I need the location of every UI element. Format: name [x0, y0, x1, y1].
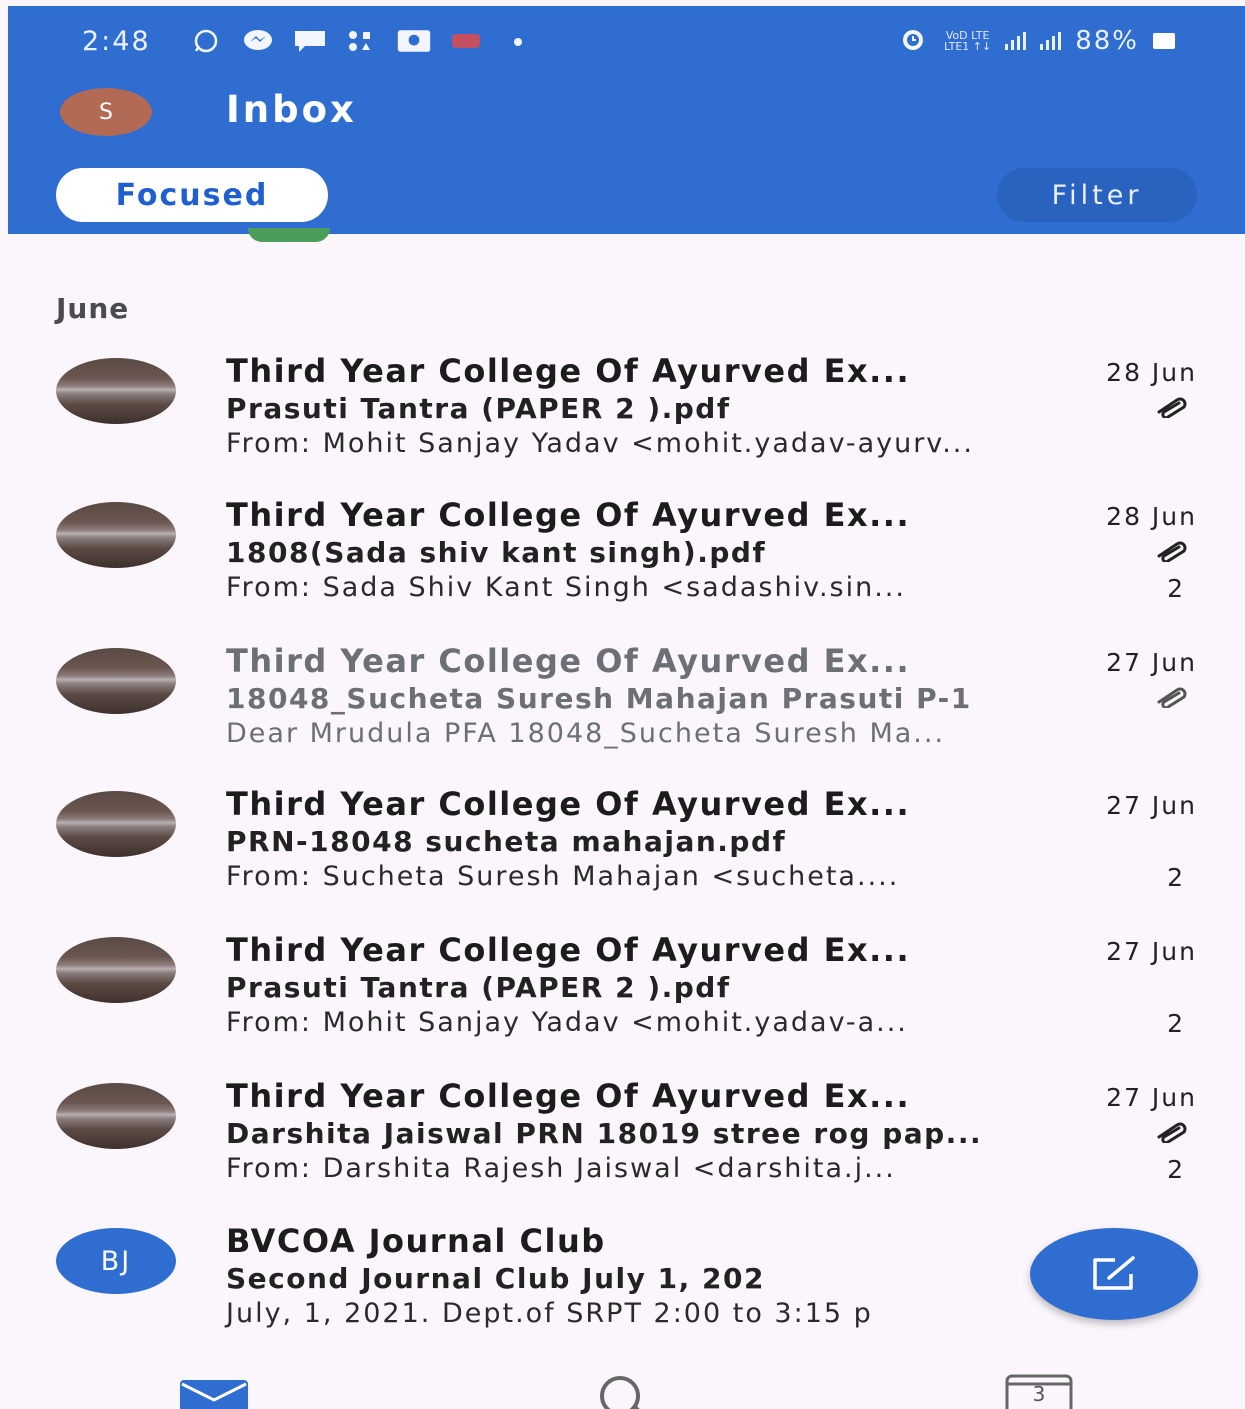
message-sender: Third Year College Of Ayurved Ex...	[226, 496, 911, 534]
more-notifications-dot	[500, 28, 536, 54]
message-item[interactable]: Third Year College Of Ayurved Ex... 27 J…	[0, 785, 1245, 925]
calendar-day: 3	[1032, 1382, 1046, 1406]
bottom-navigation: 3	[0, 1360, 1245, 1409]
message-preview: From: Darshita Rajesh Jaiswal <darshita.…	[226, 1153, 896, 1184]
message-date: 27 Jun	[1106, 937, 1197, 966]
photo-icon	[396, 28, 432, 54]
attachment-icon	[1157, 687, 1187, 708]
network-bottom-label: LTE1 ↑↓	[943, 40, 992, 53]
message-item[interactable]: Third Year College Of Ayurved Ex... 27 J…	[0, 642, 1245, 782]
tab-other[interactable]: Other	[300, 168, 538, 222]
message-preview: From: Mohit Sanjay Yadav <mohit.yadav-ay…	[226, 428, 974, 459]
alarm-icon	[896, 26, 930, 56]
app-header: 2:48 VoD LTE LTE1 ↑↓ 88% S Inbox Other F…	[8, 6, 1245, 234]
account-avatar-initial: S	[99, 99, 113, 125]
message-subject: 18048_Sucheta Suresh Mahajan Prasuti P-1	[226, 682, 972, 715]
thread-count: 2	[1167, 574, 1183, 603]
mail-icon[interactable]	[180, 1376, 248, 1409]
tab-other-label: Other	[388, 179, 480, 211]
thread-count: 2	[1167, 1155, 1183, 1184]
account-avatar[interactable]: S	[60, 88, 152, 136]
message-subject: Prasuti Tantra (PAPER 2 ).pdf	[226, 971, 731, 1004]
message-sender: Third Year College Of Ayurved Ex...	[226, 785, 911, 823]
message-date: 28 Jun	[1106, 358, 1197, 387]
message-sender: Third Year College Of Ayurved Ex...	[226, 352, 911, 390]
sender-initials: BJ	[100, 1245, 132, 1277]
message-sender: Third Year College Of Ayurved Ex...	[226, 1077, 911, 1115]
system-icons: VoD LTE LTE1 ↑↓ 88%	[896, 26, 1175, 56]
whatsapp-icon	[188, 28, 224, 54]
signal-icon	[1005, 32, 1027, 50]
compose-button[interactable]	[1030, 1228, 1198, 1320]
status-bar: 2:48 VoD LTE LTE1 ↑↓ 88%	[8, 6, 1245, 76]
battery-icon	[1153, 33, 1175, 49]
signal-icon-2	[1040, 32, 1062, 50]
message-item[interactable]: Third Year College Of Ayurved Ex... 28 J…	[0, 496, 1245, 636]
chat-icon	[292, 28, 328, 54]
status-time: 2:48	[82, 26, 151, 57]
messenger-icon	[240, 28, 276, 54]
filter-label: Filter	[1051, 179, 1143, 211]
message-preview: Dear Mrudula PFA 18048_Sucheta Suresh Ma…	[226, 718, 946, 749]
sender-avatar	[56, 1083, 176, 1149]
message-item[interactable]: Third Year College Of Ayurved Ex... 27 J…	[0, 1077, 1245, 1217]
apps-icon	[344, 28, 380, 54]
message-sender: Third Year College Of Ayurved Ex...	[226, 642, 911, 680]
message-subject: Prasuti Tantra (PAPER 2 ).pdf	[226, 392, 731, 425]
message-item[interactable]: Third Year College Of Ayurved Ex... 27 J…	[0, 931, 1245, 1071]
sender-avatar	[56, 358, 176, 424]
message-preview: July, 1, 2021. Dept.of SRPT 2:00 to 3:15…	[226, 1298, 873, 1329]
attachment-icon	[1157, 1122, 1187, 1143]
message-date: 27 Jun	[1106, 1083, 1197, 1112]
sender-avatar	[56, 791, 176, 857]
message-date: 27 Jun	[1106, 648, 1197, 677]
sender-avatar: BJ	[56, 1228, 176, 1294]
message-subject: 1808(Sada shiv kant singh).pdf	[226, 536, 767, 569]
compose-icon	[1093, 1256, 1135, 1290]
message-preview: From: Mohit Sanjay Yadav <mohit.yadav-a.…	[226, 1007, 908, 1038]
message-subject: Darshita Jaiswal PRN 18019 stree rog pap…	[226, 1117, 983, 1150]
attachment-icon	[1157, 397, 1187, 418]
message-subject: Second Journal Club July 1, 202	[226, 1262, 765, 1295]
network-label: VoD LTE LTE1 ↑↓	[944, 30, 991, 52]
app-notification-icon	[448, 28, 484, 54]
message-preview: From: Sada Shiv Kant Singh <sadashiv.sin…	[226, 572, 906, 603]
page-title: Inbox	[226, 88, 357, 131]
message-date: 27 Jun	[1106, 791, 1197, 820]
section-header: June	[56, 292, 130, 325]
sender-avatar	[56, 502, 176, 568]
message-preview: From: Sucheta Suresh Mahajan <sucheta...…	[226, 861, 900, 892]
message-sender: Third Year College Of Ayurved Ex...	[226, 931, 911, 969]
filter-button[interactable]: Filter	[997, 168, 1197, 222]
thread-count: 2	[1167, 863, 1183, 892]
attachment-icon	[1157, 541, 1187, 562]
battery-percent: 88%	[1075, 26, 1139, 56]
search-icon[interactable]	[590, 1372, 660, 1409]
sender-avatar	[56, 648, 176, 714]
tab-focused-label: Focused	[115, 177, 269, 213]
pull-refresh-indicator	[248, 228, 330, 242]
message-sender: BVCOA Journal Club	[226, 1222, 606, 1260]
message-date: 28 Jun	[1106, 502, 1197, 531]
thread-count: 2	[1167, 1009, 1183, 1038]
message-item[interactable]: Third Year College Of Ayurved Ex... 28 J…	[0, 352, 1245, 492]
message-subject: PRN-18048 sucheta mahajan.pdf	[226, 825, 787, 858]
tab-focused[interactable]: Focused	[56, 168, 328, 222]
notification-icons	[188, 28, 536, 54]
sender-avatar	[56, 937, 176, 1003]
